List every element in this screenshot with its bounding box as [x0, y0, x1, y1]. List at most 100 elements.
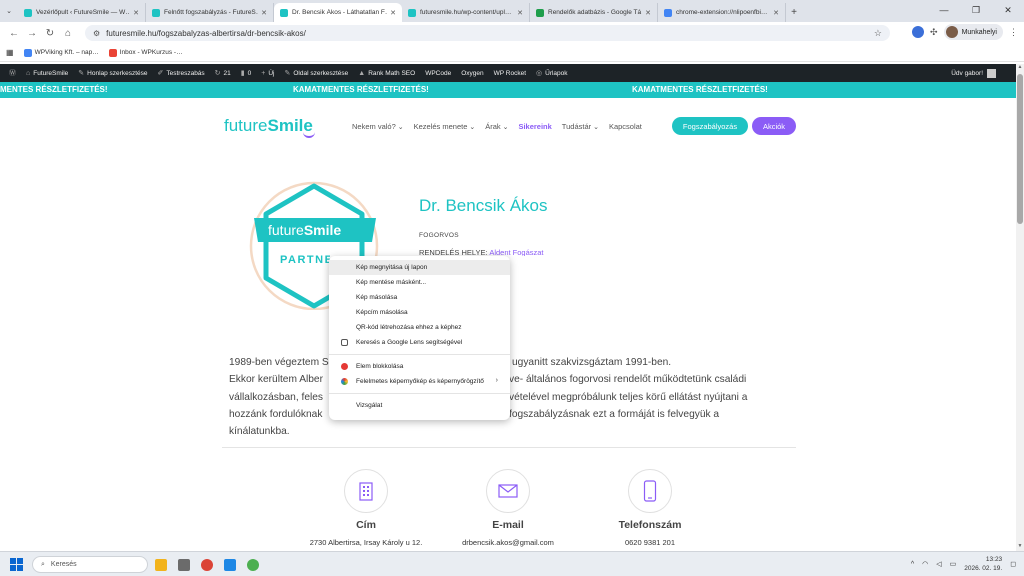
minimize-icon[interactable]: — — [928, 0, 960, 20]
admin-bar-item[interactable]: Ⓦ — [4, 68, 21, 78]
admin-bar-item[interactable]: WPCode — [420, 70, 456, 77]
wifi-icon[interactable]: ◠ — [922, 560, 928, 568]
chrome-icon[interactable] — [198, 556, 215, 573]
maximize-icon[interactable]: ❐ — [960, 0, 992, 20]
phone-link[interactable]: 0620 9381 201 — [580, 538, 720, 547]
notepad-icon[interactable] — [221, 556, 238, 573]
context-menu-item[interactable]: QR-kód létrehozása ehhez a képhez — [329, 320, 510, 335]
context-menu-item[interactable]: Kép mentése másként... — [329, 275, 510, 290]
chrome-alt-icon[interactable] — [244, 556, 261, 573]
admin-bar-label: WPCode — [425, 69, 452, 77]
practice-link[interactable]: Aldent Fogászat — [489, 248, 543, 256]
page-edit-icon: ✎ — [284, 70, 291, 77]
admin-bar-item[interactable]: ✎ Honlap szerkesztése — [73, 69, 152, 78]
context-menu-item[interactable]: Elem blokkolása — [329, 359, 510, 374]
tab-close-icon[interactable]: ✕ — [261, 9, 267, 17]
context-menu-item[interactable]: Felelmetes képernyőkép és képernyőrögzít… — [329, 374, 510, 389]
admin-bar-label: Oxygen — [461, 69, 484, 77]
menu-item[interactable]: Tudástár ⌄ — [562, 122, 599, 131]
browser-tab[interactable]: Rendelők adatbázis - Google Tá… ✕ — [530, 3, 658, 22]
bookmark-item[interactable]: WPViking Kft. – nap… — [23, 48, 99, 57]
scroll-thumb[interactable] — [1017, 74, 1023, 224]
taskbar-search[interactable]: ⌕ Keresés — [32, 556, 148, 573]
browser-tab[interactable]: Felnőtt fogszabályzás - FutureS… ✕ — [146, 3, 274, 22]
menu-item[interactable]: Kapcsolat — [609, 122, 642, 131]
apps-grid-icon[interactable]: ▦ — [6, 48, 14, 57]
offers-button[interactable]: Akciók — [752, 117, 796, 135]
reload-icon[interactable]: ↻ — [41, 24, 59, 42]
tab-close-icon[interactable]: ✕ — [133, 9, 139, 17]
context-menu-item[interactable]: Kép másolása — [329, 290, 510, 305]
tab-search-icon[interactable]: ⌄ — [0, 0, 18, 22]
context-menu-label: Kép mentése másként... — [356, 279, 427, 286]
admin-bar-item[interactable]: Oxygen — [456, 70, 488, 77]
close-window-icon[interactable]: ✕ — [992, 0, 1024, 20]
menu-item[interactable]: Nekem való? ⌄ — [352, 122, 404, 131]
admin-bar-item[interactable]: ▲ Rank Math SEO — [353, 70, 420, 77]
new-tab-button[interactable]: + — [786, 3, 802, 22]
extensions-puzzle-icon[interactable]: ✣ — [930, 27, 938, 38]
context-menu-item[interactable]: Vizsgálat — [329, 398, 510, 413]
browser-tab[interactable]: futuresmile.hu/wp-content/upl… ✕ — [402, 3, 530, 22]
admin-bar-item[interactable]: ✐ Testreszabás — [153, 69, 210, 78]
admin-bar-item[interactable]: ↻ 21 — [210, 69, 236, 78]
battery-icon[interactable]: ▭ — [950, 560, 957, 568]
store-icon[interactable] — [175, 556, 192, 573]
tray-chevron-icon[interactable]: ^ — [911, 561, 914, 568]
home-icon[interactable]: ⌂ — [59, 24, 77, 42]
tab-close-icon[interactable]: ✕ — [517, 9, 523, 17]
badge-logo-text: future — [268, 222, 304, 238]
screenshot-ext-icon — [341, 378, 348, 385]
menu-item[interactable]: Árak ⌄ — [485, 122, 508, 131]
windows-start-icon[interactable] — [10, 558, 23, 571]
profile-button[interactable]: Munkahelyi — [943, 24, 1003, 40]
menu-item[interactable]: Kezelés menete ⌄ — [414, 122, 476, 131]
clock[interactable]: 13:23 2026. 02. 19. — [964, 555, 1002, 573]
forward-icon[interactable]: → — [23, 24, 41, 42]
browser-menu-icon[interactable]: ⋮ — [1009, 27, 1018, 38]
extension-icon[interactable] — [912, 26, 925, 38]
email-link[interactable]: drbencsik.akos@gmail.com — [438, 538, 578, 547]
tab-close-icon[interactable]: ✕ — [645, 9, 651, 17]
admin-bar-item[interactable]: WP Rocket — [489, 70, 531, 77]
tab-favicon-icon — [24, 8, 32, 17]
bookmark-label: WPViking Kft. – nap… — [34, 49, 99, 56]
chevron-down-icon: ⌄ — [591, 124, 599, 131]
context-menu-label: Kép megnyitása új lapon — [356, 264, 428, 271]
clock-date: 2026. 02. 19. — [964, 565, 1003, 572]
admin-bar-item[interactable]: ✎ Oldal szerkesztése — [280, 69, 354, 78]
admin-bar-item[interactable]: ⌂ FutureSmile — [21, 70, 73, 77]
file-explorer-icon[interactable] — [152, 556, 169, 573]
admin-bar-item[interactable]: ◎ Űrlapok — [531, 69, 573, 78]
menu-item-label: Tudástár — [561, 122, 592, 131]
menu-separator — [329, 354, 510, 355]
admin-bar-item[interactable]: + Új — [256, 70, 279, 77]
bookmark-star-icon[interactable]: ☆ — [874, 28, 882, 39]
promo-text: MENTES RÉSZLETFIZETÉS! — [0, 85, 108, 94]
notifications-icon[interactable]: ◻ — [1010, 560, 1016, 568]
admin-bar-item[interactable]: ▮ 0 — [236, 69, 256, 78]
divider — [222, 447, 796, 448]
avatar — [945, 26, 958, 38]
brush-icon: ✐ — [157, 70, 164, 77]
site-info-icon[interactable]: ⚙ — [93, 29, 100, 38]
orthodontics-button[interactable]: Fogszabályozás — [672, 117, 748, 135]
back-icon[interactable]: ← — [5, 24, 23, 42]
page-scrollbar[interactable]: ▲ ▼ — [1016, 64, 1024, 551]
browser-tab[interactable]: Dr. Bencsik Ákos - Láthatatlan F… ✕ — [274, 3, 402, 22]
address-bar[interactable]: ⚙ futuresmile.hu/fogszabalyzas-albertirs… — [85, 25, 890, 41]
browser-tab[interactable]: chrome-extension://nlipoenfbi… ✕ — [658, 3, 786, 22]
bookmark-item[interactable]: Inbox - WPKurzus -… — [108, 48, 183, 57]
account-menu[interactable]: Üdv gabor! — [951, 64, 996, 82]
scroll-down-icon[interactable]: ▼ — [1016, 543, 1024, 551]
context-menu-item[interactable]: Keresés a Google Lens segítségével — [329, 335, 510, 350]
volume-icon[interactable]: ◁ — [936, 560, 941, 568]
scroll-up-icon[interactable]: ▲ — [1016, 64, 1024, 72]
context-menu-item[interactable]: Kép megnyitása új lapon — [329, 260, 510, 275]
tab-close-icon[interactable]: ✕ — [773, 9, 779, 17]
context-menu-item[interactable]: Képcím másolása — [329, 305, 510, 320]
tab-close-icon[interactable]: ✕ — [390, 9, 396, 17]
site-logo[interactable]: futureSmile — [224, 116, 315, 138]
menu-item[interactable]: Sikereink — [518, 122, 551, 131]
browser-tab[interactable]: Vezérlőpult ‹ FutureSmile — W… ✕ — [18, 3, 146, 22]
